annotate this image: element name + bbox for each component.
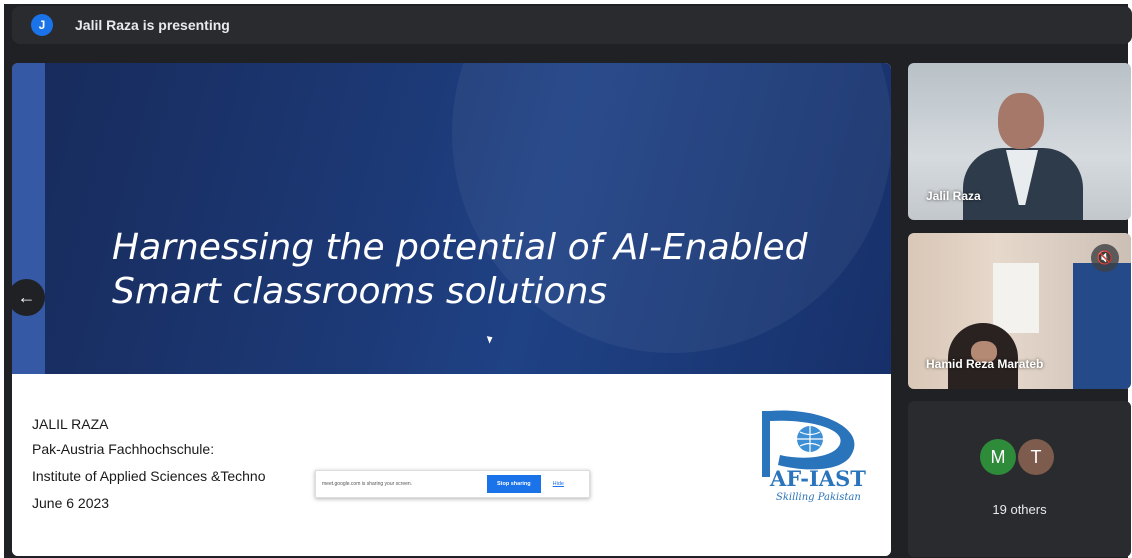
participant-name: Jalil Raza	[926, 189, 981, 203]
logo-text: AF-IAST	[770, 466, 866, 491]
slide-info-panel: JALIL RAZA Pak-Austria Fachhochschule: I…	[12, 374, 891, 556]
slide-stripe	[12, 63, 45, 374]
logo-subtitle: Skilling Pakistan	[776, 492, 861, 503]
mic-off-icon: 🔇	[1091, 244, 1119, 272]
video-window	[993, 263, 1039, 333]
presentation-date: June 6 2023	[32, 495, 110, 511]
sharing-banner: meet.google.com is sharing your screen. …	[315, 470, 590, 498]
avatar: M	[980, 439, 1016, 475]
participant-tile-jalil[interactable]: Jalil Raza	[908, 63, 1131, 220]
hide-link[interactable]: Hide	[553, 481, 564, 487]
presenting-label: Jalil Raza is presenting	[75, 17, 230, 33]
slide-title-panel: Harnessing the potential of AI-Enabled S…	[12, 63, 891, 374]
sharing-text: meet.google.com is sharing your screen.	[322, 481, 413, 487]
left-edge	[0, 0, 4, 558]
video-curtain	[1073, 263, 1131, 389]
slide-title-line2: Smart classrooms solutions	[112, 271, 608, 312]
af-iast-logo: AF-IAST Skilling Pakistan	[740, 399, 880, 529]
slide-title: Harnessing the potential of AI-Enabled S…	[112, 226, 872, 314]
org-line-1: Pak-Austria Fachhochschule:	[32, 441, 215, 457]
arrow-left-icon[interactable]: ←	[8, 279, 45, 316]
mouse-cursor	[486, 334, 495, 344]
others-count: 19 others	[992, 502, 1047, 517]
org-line-2: Institute of Applied Sciences &Techno	[32, 468, 266, 484]
slide-title-line1: Harnessing the potential of AI-Enabled	[112, 227, 808, 268]
avatar: T	[1018, 439, 1054, 475]
others-avatars: M T	[980, 439, 1054, 475]
top-edge	[0, 0, 1132, 4]
presenter-bar: J Jalil Raza is presenting	[12, 6, 1132, 44]
stop-sharing-button[interactable]: Stop sharing	[487, 475, 541, 493]
participant-tile-hamid[interactable]: 🔇 Hamid Reza Marateb	[908, 233, 1131, 389]
logo-mark-icon	[762, 410, 855, 477]
participant-name: Hamid Reza Marateb	[926, 357, 1044, 371]
presenter-name: JALIL RAZA	[32, 416, 109, 432]
others-tile[interactable]: M T 19 others	[908, 401, 1131, 557]
presenter-avatar: J	[31, 14, 53, 36]
presentation-slide: Harnessing the potential of AI-Enabled S…	[12, 63, 891, 556]
